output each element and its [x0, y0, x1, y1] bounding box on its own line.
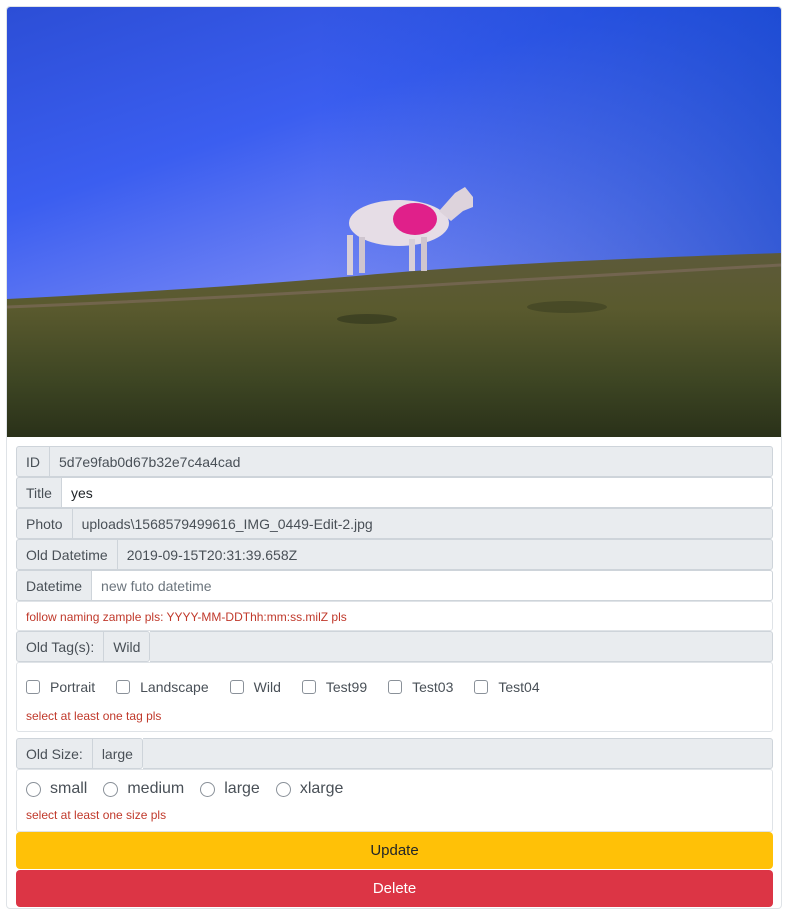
size-large-radio[interactable]: large: [200, 780, 260, 798]
radio-circle[interactable]: [200, 781, 216, 797]
edit-photo-card: ID 5d7e9fab0d67b32e7c4a4cad Title yes Ph…: [6, 6, 782, 909]
size-radio-list: small medium large xlarge: [26, 780, 359, 798]
checkbox-box[interactable]: [116, 680, 131, 694]
old-datetime-row: Old Datetime 2019-09-15T20:31:39.658Z: [16, 539, 773, 570]
checkbox-box[interactable]: [474, 680, 489, 694]
size-label: small: [50, 780, 88, 797]
radio-circle[interactable]: [26, 781, 41, 797]
old-tags-filler: [150, 631, 773, 662]
radio-circle[interactable]: [103, 781, 119, 797]
tag-label: Landscape: [140, 679, 209, 695]
tag-wild-checkbox[interactable]: Wild: [229, 679, 281, 695]
id-label: ID: [16, 446, 50, 477]
sizes-error-text: select at least one size pls: [26, 808, 167, 822]
radio-circle[interactable]: [275, 781, 291, 797]
old-tags-label: Old Tag(s):: [16, 631, 105, 662]
size-small-radio[interactable]: small: [26, 780, 87, 798]
old-size-value: large: [92, 738, 143, 769]
old-tags-value: Wild: [104, 631, 151, 662]
old-size-label: Old Size:: [16, 738, 93, 769]
datetime-row: Datetime new futo datetime: [16, 570, 773, 601]
tags-group: Portrait Landscape Wild Test99 Test03 Te…: [16, 662, 773, 732]
photo-path-value: uploads\1568579499616_IMG_0449-Edit-2.jp…: [72, 508, 773, 539]
sheep-photo: [7, 7, 781, 437]
checkbox-box[interactable]: [301, 680, 316, 694]
datetime-feedback: follow naming zample pls: YYYY-MM-DDThh:…: [16, 601, 773, 631]
update-button[interactable]: Update: [16, 832, 773, 869]
title-label: Title: [16, 477, 62, 508]
datetime-error-text: follow naming zample pls: YYYY-MM-DDThh:…: [26, 610, 347, 624]
datetime-input[interactable]: new futo datetime: [92, 570, 773, 601]
size-label: large: [224, 780, 260, 797]
tag-label: Test04: [498, 679, 540, 695]
old-size-filler: [142, 738, 773, 769]
title-input[interactable]: yes: [61, 477, 773, 508]
tag-test03-checkbox[interactable]: Test03: [388, 679, 453, 695]
tag-landscape-checkbox[interactable]: Landscape: [116, 679, 209, 695]
tag-label: Test99: [325, 679, 368, 695]
tag-checkbox-list: Portrait Landscape Wild Test99 Test03 Te…: [26, 679, 561, 695]
id-row: ID 5d7e9fab0d67b32e7c4a4cad: [16, 446, 773, 477]
sheep-photo-image: [7, 7, 781, 437]
sizes-group: small medium large xlarge select at leas…: [16, 769, 773, 832]
old-datetime-label: Old Datetime: [16, 539, 118, 570]
datetime-label: Datetime: [16, 570, 93, 601]
size-medium-radio[interactable]: medium: [103, 780, 184, 798]
tags-error-text: select at least one tag pls: [26, 709, 162, 723]
title-row: Title yes: [16, 477, 773, 508]
old-size-row: Old Size: large: [16, 738, 773, 769]
size-label: medium: [127, 780, 185, 797]
size-label: xlarge: [299, 780, 344, 797]
tag-test99-checkbox[interactable]: Test99: [301, 679, 368, 695]
delete-button[interactable]: Delete: [16, 870, 773, 907]
checkbox-box[interactable]: [26, 680, 40, 694]
tag-label: Test03: [412, 679, 454, 695]
size-xlarge-radio[interactable]: xlarge: [275, 780, 344, 798]
tag-test04-checkbox[interactable]: Test04: [474, 679, 540, 695]
photo-row: Photo uploads\1568579499616_IMG_0449-Edi…: [16, 508, 773, 539]
photo-label: Photo: [16, 508, 73, 539]
tag-label: Portrait: [50, 679, 96, 695]
old-tags-row: Old Tag(s): Wild: [16, 631, 773, 662]
old-datetime-value: 2019-09-15T20:31:39.658Z: [117, 539, 773, 570]
checkbox-box[interactable]: [388, 680, 403, 694]
checkbox-box[interactable]: [229, 680, 244, 694]
tag-label: Wild: [253, 679, 281, 695]
tag-portrait-checkbox[interactable]: Portrait: [26, 679, 95, 695]
id-value: 5d7e9fab0d67b32e7c4a4cad: [50, 446, 773, 477]
